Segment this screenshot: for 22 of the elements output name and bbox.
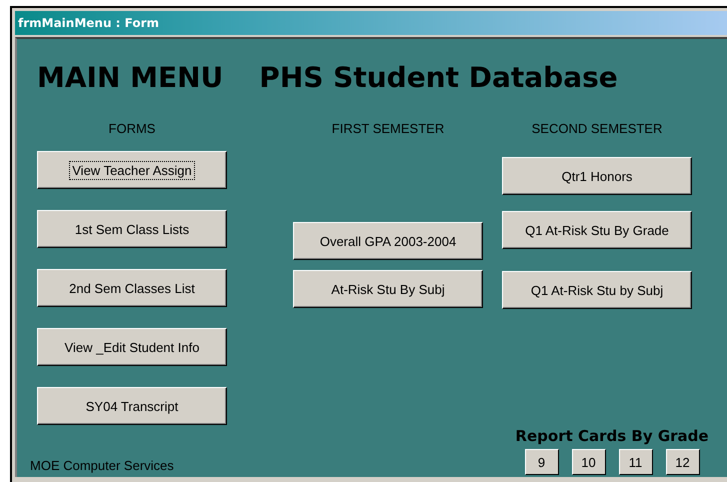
command-button[interactable]: At-Risk Stu By Subj <box>293 270 483 308</box>
command-button[interactable]: Q1 At-Risk Stu By Grade <box>502 211 692 249</box>
grade-button[interactable]: 12 <box>666 449 700 475</box>
window-title: frmMainMenu : Form <box>18 16 160 30</box>
command-button[interactable]: 2nd Sem Classes List <box>37 269 227 307</box>
grade-button[interactable]: 11 <box>618 449 652 475</box>
footer-label: MOE Computer Services <box>30 458 174 473</box>
grade-button[interactable]: 9 <box>524 449 558 475</box>
grade-button[interactable]: 10 <box>572 449 606 475</box>
command-button[interactable]: Overall GPA 2003-2004 <box>293 222 483 260</box>
report-cards-label: Report Cards By Grade <box>515 427 709 445</box>
command-button[interactable]: View _Edit Student Info <box>37 328 227 366</box>
command-button[interactable]: Q1 At-Risk Stu by Subj <box>502 271 692 309</box>
command-button[interactable]: SY04 Transcript <box>37 387 227 425</box>
command-button[interactable]: Qtr1 Honors <box>502 157 692 195</box>
command-button[interactable]: View Teacher Assign <box>37 151 227 189</box>
form-heading: PHS Student Database <box>259 61 618 96</box>
column-header: FIRST SEMESTER <box>332 121 444 136</box>
column-header: FORMS <box>108 121 156 136</box>
form-heading: MAIN MENU <box>37 61 224 96</box>
column-header: SECOND SEMESTER <box>532 121 662 136</box>
command-button[interactable]: 1st Sem Class Lists <box>37 210 227 248</box>
